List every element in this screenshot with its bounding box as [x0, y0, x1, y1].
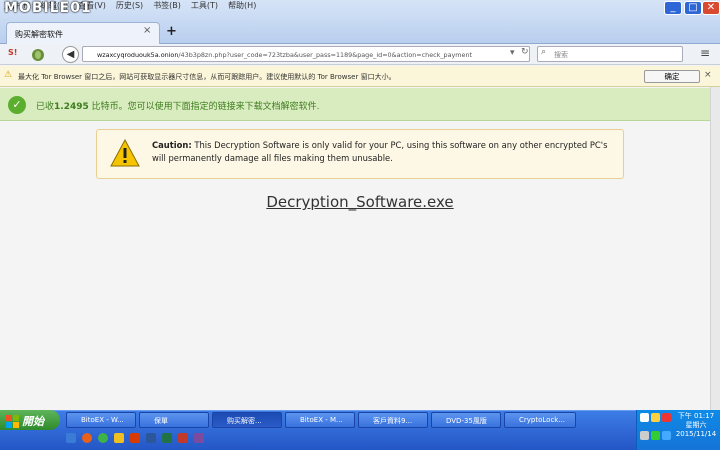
- caution-body: This Decryption Software is only valid f…: [152, 140, 608, 163]
- menu-history[interactable]: 历史(S): [116, 0, 143, 12]
- taskbar-item-tor-browser[interactable]: 购买解密...: [212, 412, 282, 428]
- close-window-button[interactable]: ✕: [702, 1, 720, 15]
- vertical-scrollbar[interactable]: [710, 87, 720, 410]
- quicklaunch-excel-icon[interactable]: [162, 433, 172, 443]
- tab-title: 购买解密软件: [15, 30, 63, 39]
- taskbar-item-policy[interactable]: 保單: [139, 412, 209, 428]
- maximize-button[interactable]: □: [684, 1, 702, 15]
- bookmark-dropdown-icon[interactable]: ▾: [510, 48, 515, 58]
- tab-close-icon[interactable]: ×: [143, 25, 151, 36]
- payment-suffix: 比特币。您可以使用下面指定的链接来下载文档解密软件.: [88, 102, 320, 112]
- taskbar-item-cryptolocker[interactable]: CryptoLock...: [504, 412, 576, 428]
- menu-bookmarks[interactable]: 书签(B): [153, 0, 181, 12]
- tray-antivirus-icon[interactable]: [662, 413, 671, 422]
- quicklaunch-ie-icon[interactable]: [66, 433, 76, 443]
- hamburger-menu-icon[interactable]: ≡: [700, 46, 710, 60]
- tray-security-icon[interactable]: [651, 413, 660, 422]
- new-tab-button[interactable]: +: [166, 24, 177, 39]
- tray-volume-icon[interactable]: [640, 431, 649, 440]
- payment-prefix: 已收: [36, 102, 55, 112]
- caution-text: Caution: This Decryption Software is onl…: [152, 139, 612, 165]
- taskbar-item-bitoex-m[interactable]: BitoEX - M...: [285, 412, 355, 428]
- tray-bluetooth-icon[interactable]: [662, 431, 671, 440]
- tray-update-icon[interactable]: [651, 431, 660, 440]
- reload-icon[interactable]: ↻: [521, 47, 529, 57]
- system-clock[interactable]: 下午 01:17 星期六 2015/11/14: [672, 412, 720, 439]
- menu-tools[interactable]: 工具(T): [191, 0, 218, 12]
- search-input[interactable]: 搜索: [537, 46, 683, 62]
- menu-help[interactable]: 帮助(H): [228, 0, 256, 12]
- notification-close-icon[interactable]: ×: [704, 70, 712, 80]
- tor-onion-icon[interactable]: [30, 46, 46, 62]
- windows-logo-icon: [6, 413, 19, 428]
- notification-ok-button[interactable]: 确定: [644, 70, 700, 83]
- quicklaunch-chrome-icon[interactable]: [98, 433, 108, 443]
- check-icon: ✓: [8, 96, 26, 114]
- url-path: /43b3p8zn.php?user_code=723tzba&user_pas…: [178, 51, 473, 59]
- search-placeholder: 搜索: [554, 51, 568, 59]
- payment-received-banner: 已收1.2495 比特币。您可以使用下面指定的链接来下载文档解密软件.: [0, 88, 710, 121]
- quicklaunch-pdf-icon[interactable]: [178, 433, 188, 443]
- decryption-software-download-link[interactable]: Decryption_Software.exe: [200, 193, 520, 211]
- watermark-logo: MOBILE01: [4, 0, 92, 16]
- url-host: wzaxcyqroduouk5a.onion: [97, 51, 179, 59]
- caution-label: Caution:: [152, 140, 192, 150]
- noscript-icon[interactable]: S!: [8, 48, 17, 57]
- search-icon: ⌕: [541, 47, 547, 57]
- taskbar-item-dvd[interactable]: DVD-35風版: [431, 412, 501, 428]
- taskbar-item-customer-data[interactable]: 客戶資料9...: [358, 412, 428, 428]
- quicklaunch-firefox-icon[interactable]: [82, 433, 92, 443]
- clock-day: 星期六: [685, 421, 707, 429]
- clock-time: 下午 01:17: [677, 412, 715, 420]
- tor-notification-bar: 最大化 Tor Browser 窗口之后，网站可获取显示器尺寸信息，从而可跟踪用…: [0, 66, 720, 87]
- quicklaunch-onenote-icon[interactable]: [194, 433, 204, 443]
- url-bar[interactable]: wzaxcyqroduouk5a.onion/43b3p8zn.php?user…: [82, 46, 530, 62]
- notification-warning-icon: ⚠: [4, 70, 13, 80]
- minimize-button[interactable]: _: [664, 1, 682, 15]
- quicklaunch-word-icon[interactable]: [146, 433, 156, 443]
- tab-active[interactable]: 购买解密软件: [6, 22, 160, 44]
- taskbar-item-bitoex-w[interactable]: BitoEX - W...: [66, 412, 136, 428]
- payment-amount: 1.2495: [54, 102, 89, 112]
- tray-network-icon[interactable]: [640, 413, 649, 422]
- quicklaunch-powerpoint-icon[interactable]: [130, 433, 140, 443]
- clock-date: 2015/11/14: [675, 430, 717, 438]
- notification-text: 最大化 Tor Browser 窗口之后，网站可获取显示器尺寸信息，从而可跟踪用…: [18, 73, 396, 81]
- warning-icon: [110, 138, 140, 167]
- back-button[interactable]: ◀: [62, 46, 79, 63]
- quicklaunch-folder-icon[interactable]: [114, 433, 124, 443]
- tray-icons: [640, 413, 671, 447]
